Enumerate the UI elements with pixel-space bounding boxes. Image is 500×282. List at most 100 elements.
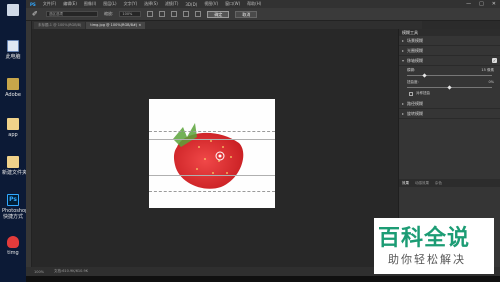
slider-knob[interactable] (447, 85, 452, 90)
blur-slider[interactable] (407, 73, 492, 78)
chevron-right-icon: ▸ (402, 111, 405, 116)
panel-title: 模糊工具 (399, 29, 500, 36)
ps-logo: PS (30, 1, 36, 7)
tilt-shift-checkbox[interactable]: ✓ (492, 58, 497, 63)
zoom-field[interactable]: 100% (119, 11, 142, 17)
screen: 此电脑 Adobe app 新建文件夹 Ps Photoshop 快捷方式 ti… (0, 0, 500, 282)
symmetric-distortion-option[interactable]: 对称扭曲 (399, 90, 500, 97)
tilt-guide-inner-bottom[interactable] (149, 175, 275, 176)
distortion-slider[interactable] (407, 85, 492, 90)
tab-effects[interactable]: 效果 (402, 181, 409, 186)
close-button[interactable]: ✕ (492, 1, 496, 7)
menu-window[interactable]: 窗口(W) (225, 1, 240, 7)
section-iris-blur[interactable]: ▸ 光圈模糊 (399, 46, 500, 56)
menu-edit[interactable]: 编辑(E) (63, 1, 77, 7)
menu-help[interactable]: 帮助(H) (247, 1, 261, 7)
status-doc-size: 文档:610.9K/610.9K (54, 269, 89, 273)
new-folder-icon (7, 156, 19, 168)
tilt-guide-outer-top[interactable] (149, 131, 275, 132)
desktop-icon-label: Photoshop 快捷方式 (2, 208, 29, 220)
tab-untitled[interactable]: 未标题-1 @ 100%(RGB/8) (34, 22, 86, 29)
menu-image[interactable]: 图像(I) (84, 1, 96, 7)
section-label: 路径模糊 (407, 100, 424, 106)
distortion-label: 扭曲度: (407, 79, 419, 84)
blur-pin-icon[interactable] (215, 151, 225, 161)
menu-select[interactable]: 选择(S) (144, 1, 158, 7)
window-controls: — □ ✕ (466, 0, 496, 8)
slider-knob[interactable] (421, 73, 427, 78)
symmetric-label: 对称扭曲 (416, 91, 430, 95)
desktop-icon-photoshop[interactable]: Ps Photoshop 快捷方式 (2, 194, 29, 220)
chevron-right-icon: ▸ (402, 48, 405, 53)
section-path-blur[interactable]: ▸ 路径模糊 (399, 99, 500, 109)
tab-motion-effects[interactable]: 动感效果 (415, 181, 429, 186)
trash-icon[interactable] (171, 11, 178, 17)
app-folder-icon (7, 118, 19, 130)
chevron-right-icon: ▸ (402, 38, 405, 43)
section-label: 场景模糊 (407, 37, 424, 43)
minimize-button[interactable]: — (466, 1, 471, 7)
adobe-folder-icon (7, 78, 19, 90)
chevron-down-icon: ▾ (402, 58, 405, 63)
slider-track (407, 75, 492, 76)
document-image[interactable] (149, 99, 275, 208)
menu-type[interactable]: 文字(Y) (124, 1, 138, 7)
menu-bar: PS 文件(F) 编辑(E) 图像(I) 图层(L) 文字(Y) 选择(S) 滤… (26, 0, 500, 8)
distortion-value: 0% (488, 80, 494, 84)
effects-tabs: 效果 动感效果 杂色 (399, 179, 500, 187)
cancel-button[interactable]: 取消 (235, 10, 258, 18)
section-spin-blur[interactable]: ▸ 旋转模糊 (399, 109, 500, 119)
menu-filter[interactable]: 滤镜(T) (165, 1, 179, 7)
tab-timg[interactable]: timg.jpg @ 100%(RGB/8#) × (86, 22, 146, 29)
blur-row: 模糊: 15 像素 (399, 66, 500, 74)
pc-icon (7, 4, 19, 16)
document-tabs: 未标题-1 @ 100%(RGB/8) timg.jpg @ 100%(RGB/… (32, 21, 422, 29)
watermark-title: 百科全说 (378, 226, 471, 251)
status-zoom: 100% (34, 269, 45, 274)
image-thumb-icon (7, 236, 19, 248)
canvas-area[interactable] (32, 29, 398, 267)
photoshop-icon: Ps (7, 194, 19, 206)
high-quality-icon[interactable] (159, 11, 166, 17)
desktop-icon-label: timg (7, 250, 19, 256)
tab-noise[interactable]: 杂色 (435, 181, 442, 186)
options-bar: ✐ 选区选项 缩放: 100% 确定 取消 (26, 8, 500, 21)
watermark-subtitle: 助你轻松解决 (388, 253, 466, 266)
menu-file[interactable]: 文件(F) (43, 1, 56, 7)
reset-icon[interactable] (183, 11, 190, 17)
zoom-label: 缩放: (104, 11, 114, 16)
ok-button[interactable]: 确定 (207, 10, 230, 18)
remove-pins-icon[interactable] (195, 11, 202, 17)
section-field-blur[interactable]: ▸ 场景模糊 (399, 36, 500, 46)
save-mask-icon[interactable] (147, 11, 154, 17)
menu-3d[interactable]: 3D(D) (185, 2, 197, 7)
desktop-icon-new-folder[interactable]: 新建文件夹 (2, 156, 28, 176)
selection-preset-field[interactable]: 选区选项 (46, 11, 98, 17)
watermark-logo: 百科全说 助你轻松解决 (374, 218, 494, 274)
desktop-icon-label: 此电脑 (5, 54, 21, 60)
desktop-strip: 此电脑 Adobe app 新建文件夹 Ps Photoshop 快捷方式 ti… (0, 0, 29, 282)
maximize-button[interactable]: □ (479, 1, 484, 7)
section-label: 旋转模糊 (407, 110, 424, 116)
menu-view[interactable]: 视图(V) (204, 1, 218, 7)
desktop-icon-label: Adobe (5, 92, 21, 98)
section-label: 光圈模糊 (407, 47, 424, 53)
desktop-icon-label: app (8, 132, 18, 138)
tilt-guide-outer-bottom[interactable] (149, 191, 275, 192)
strawberry-image (173, 123, 244, 189)
desktop-icon-this-pc[interactable]: 此电脑 (2, 40, 24, 60)
menu-layer[interactable]: 图层(L) (103, 1, 116, 7)
blur-tool-icon[interactable]: ✐ (32, 10, 40, 18)
desktop-icon-app[interactable]: app (2, 118, 24, 138)
chevron-right-icon: ▸ (402, 101, 405, 106)
pc-icon (7, 40, 19, 52)
desktop-icon-computer[interactable] (2, 4, 24, 16)
section-label: 移轴模糊 (407, 57, 424, 63)
desktop-icon-adobe[interactable]: Adobe (2, 78, 24, 98)
section-tilt-shift[interactable]: ▾ 移轴模糊 ✓ (399, 56, 500, 66)
symmetric-checkbox[interactable] (409, 91, 413, 96)
desktop-icon-label: 新建文件夹 (2, 170, 28, 176)
tilt-guide-inner-top[interactable] (149, 139, 275, 140)
blur-value: 15 像素 (481, 67, 494, 72)
desktop-icon-timg[interactable]: timg (2, 236, 24, 256)
